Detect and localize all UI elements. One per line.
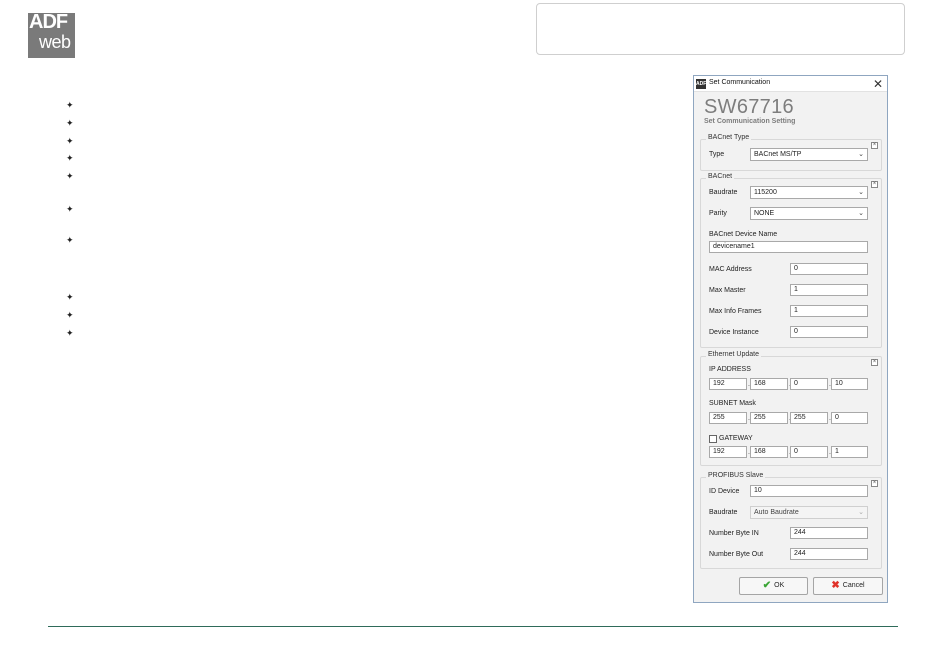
ip-octet-2[interactable]: 168 xyxy=(750,378,788,390)
ip-octet-4[interactable]: 10 xyxy=(831,378,868,390)
parity-value: NONE xyxy=(754,210,775,217)
dialog-subheading: Set Communication Setting xyxy=(704,118,796,125)
device-instance-field[interactable]: 0 xyxy=(790,326,868,338)
cross-icon: ✖ xyxy=(831,580,840,591)
collapse-icon[interactable]: × xyxy=(871,480,878,487)
chevron-down-icon: ⌄ xyxy=(858,509,864,516)
bullet-icon: ✦ xyxy=(66,119,74,129)
id-device-field[interactable]: 10 xyxy=(750,485,868,497)
gateway-octet-1[interactable]: 192 xyxy=(709,446,747,458)
cancel-button[interactable]: ✖ Cancel xyxy=(813,577,883,595)
bullet-icon: ✦ xyxy=(66,236,74,246)
logo-text-web: web xyxy=(39,32,71,52)
max-master-field[interactable]: 1 xyxy=(790,284,868,296)
group-title: BACnet xyxy=(706,173,735,180)
bacnet-type-select[interactable]: BACnet MS/TP ⌄ xyxy=(750,148,868,161)
chevron-down-icon: ⌄ xyxy=(858,210,864,217)
bullet-icon: ✦ xyxy=(66,329,74,339)
group-title: PROFIBUS Slave xyxy=(706,472,766,479)
ip-octet-3[interactable]: 0 xyxy=(790,378,828,390)
subnet-octet-3[interactable]: 255 xyxy=(790,412,828,424)
bullet-icon: ✦ xyxy=(66,311,74,321)
bullet-icon: ✦ xyxy=(66,205,74,215)
number-byte-in-label: Number Byte IN xyxy=(709,530,759,537)
collapse-icon[interactable]: × xyxy=(871,181,878,188)
bullet-icon: ✦ xyxy=(66,154,74,164)
collapse-icon[interactable]: × xyxy=(871,142,878,149)
group-profibus-slave: PROFIBUS Slave × ID Device 10 Baudrate A… xyxy=(700,472,882,569)
subnet-octet-2[interactable]: 255 xyxy=(750,412,788,424)
gateway-label: GATEWAY xyxy=(719,435,753,442)
bullet-icon: ✦ xyxy=(66,172,74,182)
header-box xyxy=(536,3,905,55)
cancel-label: Cancel xyxy=(842,582,865,589)
number-byte-out-field[interactable]: 244 xyxy=(790,548,868,560)
checkmark-icon: ✔ xyxy=(762,580,772,591)
baudrate-label: Baudrate xyxy=(709,189,738,196)
group-title: Ethernet Update xyxy=(706,351,761,358)
ok-label: OK xyxy=(774,582,785,589)
id-device-label: ID Device xyxy=(709,488,740,495)
bacnet-type-value: BACnet MS/TP xyxy=(754,151,802,158)
number-byte-out-label: Number Byte Out xyxy=(709,551,764,558)
parity-label: Parity xyxy=(709,210,727,217)
set-communication-dialog: ADF Set Communication ✕ SW67716 Set Comm… xyxy=(693,75,888,603)
max-master-label: Max Master xyxy=(709,287,746,294)
chevron-down-icon: ⌄ xyxy=(858,151,864,158)
gateway-checkbox[interactable] xyxy=(709,435,717,443)
number-byte-in-field[interactable]: 244 xyxy=(790,527,868,539)
ip-octet-1[interactable]: 192 xyxy=(709,378,747,390)
subnet-octet-4[interactable]: 0 xyxy=(831,412,868,424)
logo-text-adf: ADF xyxy=(29,11,68,33)
ok-button[interactable]: ✔ OK xyxy=(739,577,808,595)
subnet-mask-label: SUBNET Mask xyxy=(709,400,756,407)
bullet-icon: ✦ xyxy=(66,293,74,303)
group-bacnet: BACnet × Baudrate 115200 ⌄ Parity NONE ⌄… xyxy=(700,173,882,348)
ip-address-label: IP ADDRESS xyxy=(709,366,751,373)
baudrate-value: 115200 xyxy=(754,189,777,196)
bullet-icon: ✦ xyxy=(66,137,74,147)
profibus-baudrate-select[interactable]: Auto Baudrate ⌄ xyxy=(750,506,868,519)
profibus-baudrate-value: Auto Baudrate xyxy=(754,509,799,516)
mac-address-field[interactable]: 0 xyxy=(790,263,868,275)
close-icon[interactable]: ✕ xyxy=(873,76,883,92)
adfweb-logo: ADF web xyxy=(28,11,75,58)
gateway-octet-3[interactable]: 0 xyxy=(790,446,828,458)
app-icon: ADF xyxy=(696,79,707,89)
device-name-label: BACnet Device Name xyxy=(709,231,778,238)
type-label: Type xyxy=(709,151,725,158)
subnet-octet-1[interactable]: 255 xyxy=(709,412,747,424)
gateway-octet-4[interactable]: 1 xyxy=(831,446,868,458)
baudrate-select[interactable]: 115200 ⌄ xyxy=(750,186,868,199)
bullet-icon: ✦ xyxy=(66,101,74,111)
collapse-icon[interactable]: × xyxy=(871,359,878,366)
chevron-down-icon: ⌄ xyxy=(858,189,864,196)
device-instance-label: Device Instance xyxy=(709,329,759,336)
dialog-titlebar: ADF Set Communication ✕ xyxy=(694,76,887,92)
device-name-field[interactable]: devicename1 xyxy=(709,241,868,253)
window-title: Set Communication xyxy=(709,79,771,86)
product-code-heading: SW67716 xyxy=(704,96,794,118)
group-bacnet-type: BACnet Type × Type BACnet MS/TP ⌄ xyxy=(700,134,882,171)
gateway-octet-2[interactable]: 168 xyxy=(750,446,788,458)
group-ethernet-update: Ethernet Update × IP ADDRESS 192 . 168 .… xyxy=(700,351,882,466)
group-title: BACnet Type xyxy=(706,134,752,141)
footer-divider xyxy=(48,626,898,627)
profibus-baudrate-label: Baudrate xyxy=(709,509,738,516)
parity-select[interactable]: NONE ⌄ xyxy=(750,207,868,220)
max-info-frames-field[interactable]: 1 xyxy=(790,305,868,317)
max-info-frames-label: Max Info Frames xyxy=(709,308,762,315)
mac-address-label: MAC Address xyxy=(709,266,752,273)
